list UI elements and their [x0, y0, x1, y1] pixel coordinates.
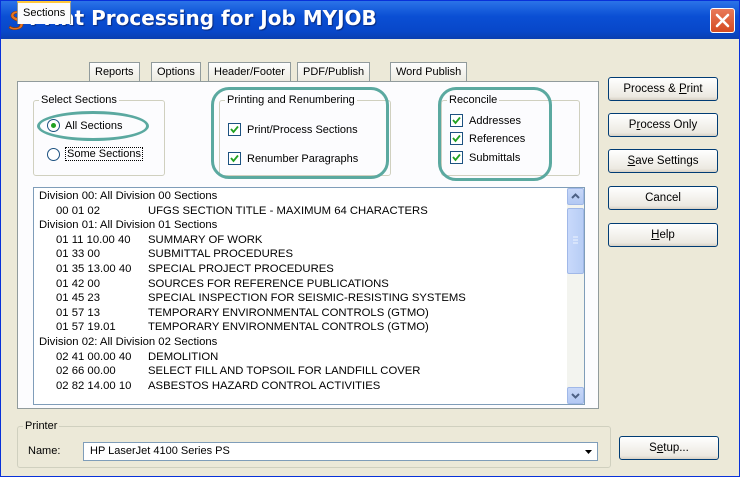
process-print-label: Process & — [623, 83, 679, 95]
section-number: 02 82 14.00 10 — [56, 379, 132, 392]
section-number: 02 41 00.00 40 — [56, 350, 132, 363]
process-only-label-rest: ocess Only — [640, 119, 698, 131]
section-number: 01 57 19.01 — [56, 321, 116, 334]
printer-name-value: HP LaserJet 4100 Series PS — [90, 445, 230, 457]
section-title: TEMPORARY ENVIRONMENTAL CONTROLS (GTMO) — [148, 306, 429, 319]
chevron-down-icon — [571, 393, 580, 399]
grip-icon — [573, 236, 578, 244]
radio-unselected-icon — [47, 147, 60, 161]
select-sections-legend: Select Sections — [41, 94, 117, 106]
section-number: 01 45 23 — [56, 292, 100, 305]
section-title: SOURCES FOR REFERENCE PUBLICATIONS — [148, 277, 389, 290]
save-settings-label: ave Settings — [635, 155, 699, 167]
print-processing-window: Print Processing for Job MYJOB Sections … — [0, 0, 740, 477]
vertical-scrollbar[interactable] — [567, 188, 584, 404]
process-print-label-rest: rint — [686, 83, 703, 95]
cancel-button[interactable]: Cancel — [608, 186, 718, 210]
section-number: 01 33 00 — [56, 248, 100, 261]
printer-legend: Printer — [23, 420, 60, 432]
division-row[interactable]: Division 00: All Division 00 Sections — [39, 190, 217, 203]
section-number: 01 11 10.00 40 — [56, 233, 131, 246]
close-icon — [715, 13, 730, 28]
scroll-up-button[interactable] — [567, 188, 584, 205]
dropdown-arrow-icon — [585, 450, 592, 454]
division-label: Division 00: All Division 00 Sections — [39, 190, 218, 202]
some-sections-radio[interactable]: Some Sections — [47, 147, 143, 161]
window-title: Print Processing for Job MYJOB — [29, 6, 377, 30]
title-bar[interactable]: Print Processing for Job MYJOB — [1, 1, 739, 39]
tab-reports[interactable]: Reports — [89, 62, 140, 81]
division-label: Division 02: All Division 02 Sections — [39, 336, 218, 348]
sections-list[interactable]: Division 00: All Division 00 Sections 00 … — [33, 187, 585, 405]
tab-pdf-publish[interactable]: PDF/Publish — [297, 62, 371, 81]
section-title: SUMMARY OF WORK — [148, 233, 263, 246]
section-number: 02 66 00.00 — [56, 365, 116, 378]
section-title: SUBMITTAL PROCEDURES — [148, 248, 293, 261]
section-title: SPECIAL PROJECT PROCEDURES — [148, 263, 334, 275]
scroll-down-button[interactable] — [567, 387, 584, 404]
process-only-button[interactable]: Process Only — [608, 113, 718, 137]
section-number: 01 57 13 — [56, 306, 100, 319]
highlight-oval — [37, 111, 149, 141]
some-sections-label: Some Sections — [65, 147, 143, 161]
section-number: 01 35 13.00 40 — [56, 263, 132, 275]
highlight-rounded-box — [211, 87, 389, 179]
process-print-accelerator: P — [678, 83, 687, 95]
printer-name-select[interactable]: HP LaserJet 4100 Series PS — [83, 442, 598, 461]
scroll-thumb[interactable] — [567, 208, 584, 274]
section-title: DEMOLITION — [148, 350, 219, 363]
dropdown-button[interactable] — [580, 443, 597, 460]
printer-name-label: Name: — [28, 445, 61, 457]
help-button[interactable]: Help — [608, 223, 718, 247]
division-label: Division 01: All Division 01 Sections — [39, 219, 218, 232]
section-number: 01 42 00 — [56, 277, 100, 290]
section-title: SPECIAL INSPECTION FOR SEISMIC-RESISTING… — [148, 292, 466, 305]
section-title: UFGS SECTION TITLE - MAXIMUM 64 CHARACTE… — [148, 204, 428, 217]
setup-button[interactable]: Setup... — [619, 436, 719, 460]
section-title: ASBESTOS HAZARD CONTROL ACTIVITIES — [148, 379, 381, 392]
division-row[interactable]: Division 01: All Division 01 Sections — [39, 219, 217, 232]
help-label: elp — [659, 229, 675, 241]
tab-sections[interactable]: Sections — [17, 1, 72, 24]
section-title: SELECT FILL AND TOPSOIL FOR LANDFILL COV… — [148, 365, 421, 378]
tab-word-publish[interactable]: Word Publish — [390, 62, 468, 81]
setup-label: S — [649, 442, 657, 454]
cancel-label: Cancel — [645, 192, 681, 204]
close-button[interactable] — [710, 8, 735, 33]
save-settings-button[interactable]: Save Settings — [608, 149, 718, 173]
highlight-rounded-box — [438, 87, 552, 181]
setup-label-rest: tup... — [663, 442, 689, 454]
chevron-up-icon — [571, 193, 580, 199]
section-title: TEMPORARY ENVIRONMENTAL CONTROLS (GTMO) — [148, 321, 429, 334]
division-row[interactable]: Division 02: All Division 02 Sections — [39, 336, 217, 349]
tab-header-footer[interactable]: Header/Footer — [208, 62, 291, 81]
section-number: 00 01 02 — [56, 204, 100, 217]
tab-options[interactable]: Options — [151, 62, 201, 81]
process-print-button[interactable]: Process & Print — [608, 77, 718, 101]
